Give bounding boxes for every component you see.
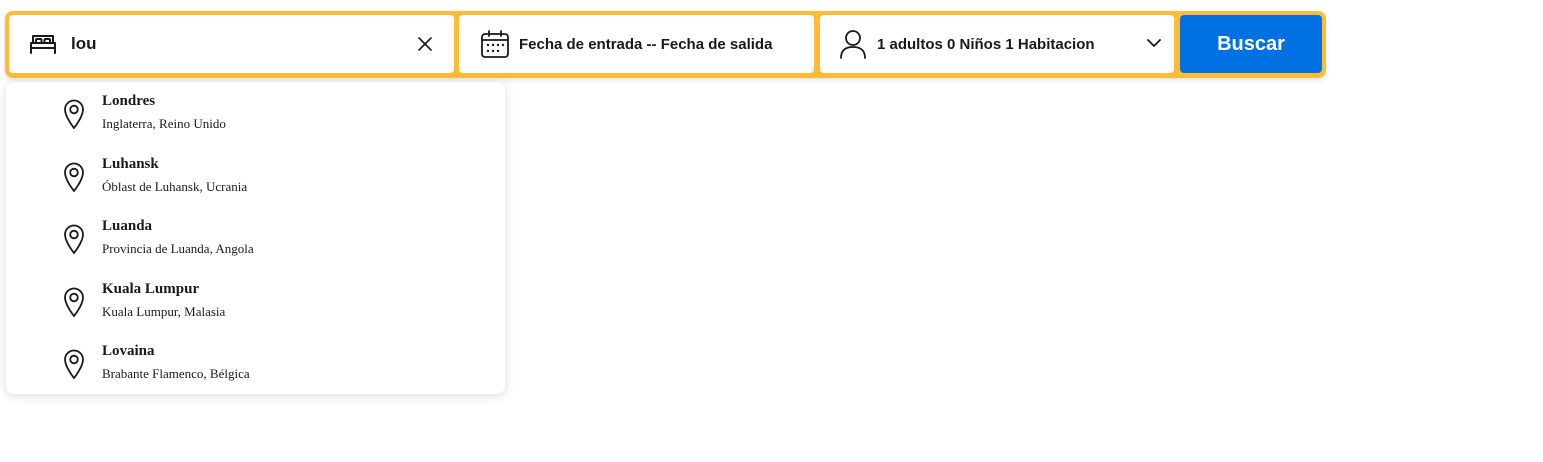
guests-field[interactable]: 1 adultos 0 Niños 1 Habitacion <box>820 15 1174 73</box>
suggestion-region: Provincia de Luanda, Angola <box>102 241 254 256</box>
suggestion-name: Lovaina <box>102 343 155 359</box>
suggestion-item[interactable]: Luhansk Óblast de Luhansk, Ucrania <box>46 151 505 214</box>
map-pin-icon <box>62 223 86 255</box>
suggestion-item[interactable]: Luanda Provincia de Luanda, Angola <box>46 213 505 276</box>
guests-label: 1 adultos 0 Niños 1 Habitacion <box>877 35 1095 53</box>
suggestion-region: Inglaterra, Reino Unido <box>102 116 226 131</box>
suggestion-item[interactable]: Londres Inglaterra, Reino Unido <box>46 88 505 151</box>
map-pin-icon <box>62 286 86 318</box>
suggestion-name: Luhansk <box>102 155 159 172</box>
destination-field[interactable] <box>9 15 454 73</box>
suggestion-region: Óblast de Luhansk, Ucrania <box>102 178 248 194</box>
suggestion-item[interactable]: Lovaina Brabante Flamenco, Bélgica <box>46 338 505 401</box>
chevron-down-icon[interactable] <box>1144 33 1164 53</box>
suggestion-name: Londres <box>102 93 156 109</box>
suggestion-region: Kuala Lumpur, Malasia <box>102 303 226 319</box>
suggestion-name: Luanda <box>102 218 153 234</box>
person-icon <box>838 29 868 59</box>
map-pin-icon <box>62 348 86 380</box>
destination-input[interactable] <box>71 34 381 54</box>
calendar-icon <box>479 29 511 59</box>
map-pin-icon <box>62 161 86 193</box>
search-button[interactable]: Buscar <box>1180 15 1322 73</box>
dates-field[interactable]: Fecha de entrada -- Fecha de salida <box>459 15 814 73</box>
suggestion-name: Kuala Lumpur <box>102 280 200 297</box>
suggestion-item[interactable]: Kuala Lumpur Kuala Lumpur, Malasia <box>46 276 505 339</box>
search-bar: Fecha de entrada -- Fecha de salida 1 ad… <box>5 11 1326 78</box>
suggestions-dropdown: Londres Inglaterra, Reino Unido Luhansk … <box>6 82 505 394</box>
close-icon[interactable] <box>410 29 440 59</box>
map-pin-icon <box>62 98 86 130</box>
dates-label: Fecha de entrada -- Fecha de salida <box>519 35 773 53</box>
bed-icon <box>27 32 59 56</box>
suggestion-region: Brabante Flamenco, Bélgica <box>102 366 250 381</box>
